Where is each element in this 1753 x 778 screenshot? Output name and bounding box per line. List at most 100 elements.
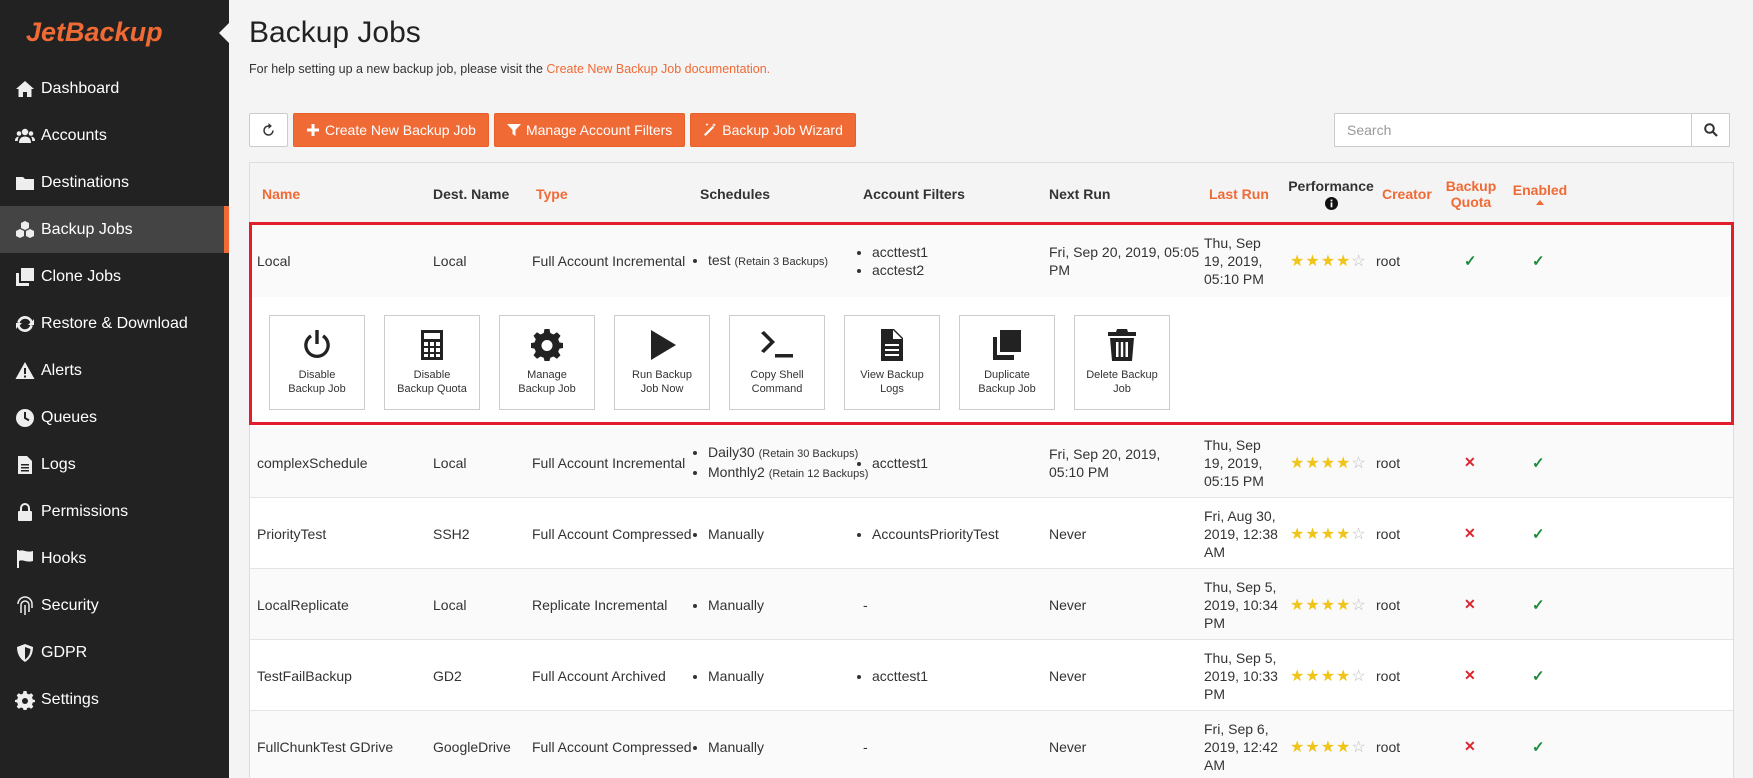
column-header-type[interactable]: Type	[536, 163, 568, 224]
star-icon: ★	[1290, 667, 1305, 685]
schedule-name: test	[708, 251, 731, 268]
sidebar-item-security[interactable]: Security	[0, 582, 229, 629]
account-filters: -	[863, 596, 868, 613]
sidebar-nav: Dashboard Accounts Destinations Backup J…	[0, 65, 229, 723]
rating-stars: ★ ★ ★ ★ ☆	[1290, 595, 1366, 615]
flag-icon	[14, 548, 36, 570]
sidebar-item-hooks[interactable]: Hooks	[0, 535, 229, 582]
documentation-link[interactable]: Create New Backup Job documentation.	[546, 62, 770, 76]
table-row[interactable]: TestFailBackup GD2 Full Account Archived…	[250, 640, 1733, 711]
star-icon: ★	[1336, 525, 1351, 543]
search-input[interactable]	[1334, 113, 1691, 147]
quota-disabled-icon: ✕	[1464, 596, 1476, 612]
table-row[interactable]: complexSchedule Local Full Account Incre…	[250, 427, 1733, 498]
sidebar-item-settings[interactable]: Settings	[0, 676, 229, 723]
job-name: PriorityTest	[257, 525, 327, 542]
rating-stars: ★ ★ ★ ★ ☆	[1290, 737, 1366, 757]
action-label: Delete Backup Job	[1086, 369, 1158, 395]
duplicate-backup-job-button[interactable]: Duplicate Backup Job	[959, 315, 1055, 410]
column-header-enabled[interactable]: Enabled	[1510, 163, 1570, 224]
expanded-row-highlight: Local Local Full Account Incremental tes…	[249, 222, 1734, 425]
column-header-next-run: Next Run	[1049, 185, 1111, 202]
run-backup-job-now-button[interactable]: Run Backup Job Now	[614, 315, 710, 410]
quota-disabled-icon: ✕	[1464, 525, 1476, 541]
collapse-arrow	[219, 23, 229, 43]
dest-name: Local	[433, 454, 467, 471]
rating-stars: ★ ★ ★ ★ ☆	[1290, 251, 1366, 271]
info-icon[interactable]	[1324, 196, 1338, 210]
clone-icon	[14, 266, 36, 288]
view-backup-logs-button[interactable]: View Backup Logs	[844, 315, 940, 410]
sidebar-item-dashboard[interactable]: Dashboard	[0, 65, 229, 112]
delete-backup-job-button[interactable]: Delete Backup Job	[1074, 315, 1170, 410]
table-header: Name Dest. Name Type Schedules Account F…	[250, 163, 1733, 224]
sidebar-item-label: Accounts	[41, 126, 107, 144]
star-icon: ★	[1290, 454, 1305, 472]
sidebar-item-permissions[interactable]: Permissions	[0, 488, 229, 535]
play-icon	[651, 330, 676, 360]
cubes-icon	[14, 219, 36, 241]
table-row[interactable]: PriorityTest SSH2 Full Account Compresse…	[250, 498, 1733, 569]
sidebar-item-label: Logs	[41, 455, 76, 473]
quota-disabled-icon: ✕	[1464, 667, 1476, 683]
sidebar-item-clone-jobs[interactable]: Clone Jobs	[0, 253, 229, 300]
page-title: Backup Jobs	[249, 16, 421, 49]
file-text-icon	[881, 329, 903, 361]
trash-icon	[1108, 329, 1136, 361]
disable-backup-quota-button[interactable]: Disable Backup Quota	[384, 315, 480, 410]
fingerprint-icon	[14, 595, 36, 617]
sidebar-item-restore-download[interactable]: Restore & Download	[0, 300, 229, 347]
folder-icon	[14, 172, 36, 194]
search-button[interactable]	[1691, 113, 1730, 147]
last-run: Thu, Sep 19, 2019, 05:10 PM	[1204, 234, 1264, 287]
column-header-name[interactable]: Name	[262, 163, 300, 224]
job-name: Local	[257, 252, 291, 269]
sidebar-item-alerts[interactable]: Alerts	[0, 347, 229, 394]
filter-item: accttest1	[872, 243, 928, 261]
manage-backup-job-button[interactable]: Manage Backup Job	[499, 315, 595, 410]
star-icon: ★	[1336, 667, 1351, 685]
help-text: For help setting up a new backup job, pl…	[249, 62, 770, 76]
enabled-check-icon: ✓	[1532, 454, 1545, 472]
schedule-name: Manually	[708, 525, 764, 543]
copy-shell-command-button[interactable]: Copy Shell Command	[729, 315, 825, 410]
schedule-name: Manually	[708, 738, 764, 756]
sidebar-item-destinations[interactable]: Destinations	[0, 159, 229, 206]
create-backup-job-button[interactable]: Create New Backup Job	[293, 113, 489, 147]
action-label: Disable Backup Quota	[397, 369, 467, 395]
account-filters: accttest1	[856, 640, 928, 711]
column-header-last-run[interactable]: Last Run	[1209, 163, 1269, 224]
column-header-creator[interactable]: Creator	[1382, 163, 1432, 224]
sidebar-item-queues[interactable]: Queues	[0, 394, 229, 441]
table-row-selected[interactable]: Local Local Full Account Incremental tes…	[252, 225, 1731, 297]
star-empty-icon: ☆	[1351, 596, 1366, 614]
column-header-backup-quota[interactable]: Backup Quota	[1440, 163, 1502, 224]
schedule-name: Manually	[708, 596, 764, 614]
sidebar-item-accounts[interactable]: Accounts	[0, 112, 229, 159]
last-run: Thu, Sep 5, 2019, 10:34 PM	[1204, 578, 1278, 631]
gear-icon	[531, 329, 563, 361]
action-label: Run Backup Job Now	[632, 369, 692, 395]
refresh-button[interactable]	[249, 113, 288, 147]
sidebar-item-gdpr[interactable]: GDPR	[0, 629, 229, 676]
last-run: Thu, Sep 19, 2019, 05:15 PM	[1204, 436, 1264, 489]
sidebar-item-logs[interactable]: Logs	[0, 441, 229, 488]
power-icon	[304, 330, 330, 359]
jetbackup-logo[interactable]: JetBackup	[26, 12, 206, 52]
next-run: Never	[1049, 667, 1087, 684]
filter-item: AccountsPriorityTest	[872, 525, 999, 543]
star-icon: ★	[1305, 667, 1320, 685]
table-row[interactable]: LocalReplicate Local Replicate Increment…	[250, 569, 1733, 640]
job-name: complexSchedule	[257, 454, 368, 471]
sidebar-item-backup-jobs[interactable]: Backup Jobs	[0, 206, 229, 253]
job-type: Replicate Incremental	[532, 596, 668, 613]
manage-account-filters-button[interactable]: Manage Account Filters	[493, 113, 686, 147]
backup-job-wizard-button[interactable]: Backup Job Wizard	[690, 113, 856, 147]
performance-rating: ★ ★ ★ ★ ☆	[1290, 640, 1366, 711]
disable-backup-job-button[interactable]: Disable Backup Job	[269, 315, 365, 410]
users-icon	[14, 125, 36, 147]
schedules: Manually	[692, 498, 764, 569]
creator: root	[1376, 667, 1401, 684]
sidebar-item-label: Destinations	[41, 173, 130, 191]
table-row[interactable]: FullChunkTest GDrive GoogleDrive Full Ac…	[250, 711, 1733, 778]
